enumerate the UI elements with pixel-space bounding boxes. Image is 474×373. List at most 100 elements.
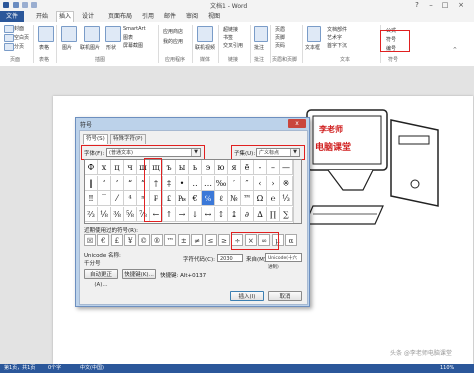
undo-icon[interactable] <box>22 2 28 8</box>
redo-icon[interactable] <box>31 2 37 8</box>
maximize-icon[interactable]: □ <box>440 1 450 9</box>
tab-file[interactable]: 文件 <box>0 11 24 22</box>
symbol-cell[interactable]: № <box>228 191 241 206</box>
online-picture-button[interactable]: 联机图片 <box>80 44 100 51</box>
autocorrect-button[interactable]: 自动更正(A)... <box>84 269 118 288</box>
my-apps-button[interactable]: 我的应用 <box>163 38 183 45</box>
recent-symbol[interactable]: ≠ <box>191 234 204 246</box>
symbol-cell[interactable]: ‹ <box>254 175 267 191</box>
symbol-cell[interactable]: ™ <box>241 191 254 206</box>
symbol-cell[interactable]: € <box>189 191 202 206</box>
page-count[interactable]: 第1页，共1页 <box>4 364 35 373</box>
ribbon-collapse-icon[interactable]: ⌃ <box>452 46 458 54</box>
symbol-cell[interactable]: ⁴ <box>124 191 137 206</box>
word-count[interactable]: 0个字 <box>48 364 61 373</box>
cross-reference-button[interactable]: 交叉引用 <box>223 42 243 49</box>
recent-symbol[interactable]: α <box>285 234 297 246</box>
symbol-cell[interactable]: ∆ <box>254 206 267 222</box>
shortcut-key-button[interactable]: 快捷键(K)... <box>122 269 156 279</box>
symbol-cell[interactable]: ⁄ <box>111 191 124 206</box>
symbol-cell[interactable]: ″ <box>241 175 254 191</box>
dialog-close-button[interactable]: x <box>288 119 306 128</box>
quick-parts-button[interactable]: 文档部件 <box>327 26 347 33</box>
tab-view[interactable]: 视图 <box>206 12 222 22</box>
symbol-cell[interactable]: Ф <box>85 160 98 175</box>
symbol-cell[interactable]: ⅝ <box>124 206 137 222</box>
page-number-button[interactable]: 页码 <box>275 42 285 49</box>
symbol-cell[interactable]: ‼ <box>85 191 98 206</box>
chevron-down-icon[interactable]: ▼ <box>191 149 200 156</box>
tab-symbols[interactable]: 符号(S) <box>83 134 108 144</box>
recent-symbol[interactable]: £ <box>110 234 123 246</box>
textbox-button[interactable]: 文本框 <box>305 44 320 51</box>
tab-home[interactable]: 开始 <box>34 12 50 22</box>
symbol-cell[interactable]: ё <box>241 160 254 175</box>
symbol-cell[interactable]: • <box>176 175 189 191</box>
symbol-cell[interactable]: ‥ <box>189 175 202 191</box>
symbol-cell[interactable]: ‘ <box>98 175 111 191</box>
symbol-cell[interactable]: ⅜ <box>111 206 124 222</box>
symbol-cell[interactable]: ы <box>176 160 189 175</box>
symbol-cell[interactable]: ₤ <box>163 191 176 206</box>
recent-symbol[interactable]: ☒ <box>84 234 96 246</box>
cover-page-icon[interactable] <box>4 25 14 33</box>
grid-scrollbar[interactable] <box>293 160 301 223</box>
symbol-cell[interactable]: э <box>202 160 215 175</box>
smartart-button[interactable]: SmartArt <box>123 26 146 32</box>
symbol-cell[interactable]: — <box>280 160 293 175</box>
store-button[interactable]: 应用商店 <box>163 28 183 35</box>
online-video-icon[interactable] <box>197 26 213 42</box>
close-icon[interactable]: × <box>456 1 466 9</box>
online-picture-icon[interactable] <box>84 26 100 42</box>
picture-icon[interactable] <box>61 26 77 42</box>
recent-symbol[interactable]: ÷ <box>231 234 244 246</box>
symbol-cell[interactable]: ⅛ <box>98 206 111 222</box>
symbol-cell[interactable]: † <box>150 175 163 191</box>
symbol-cell[interactable]: ₣ <box>150 191 163 206</box>
recent-symbol[interactable]: ≥ <box>218 234 230 246</box>
comment-button[interactable]: 批注 <box>254 44 264 51</box>
from-select[interactable]: Unicode(十六进制) <box>265 253 302 270</box>
symbol-cell[interactable]: ∏ <box>267 206 280 222</box>
tab-review[interactable]: 审阅 <box>184 12 200 22</box>
textbox-icon[interactable] <box>307 26 321 42</box>
symbol-cell[interactable]: ” <box>137 175 150 191</box>
symbol-cell[interactable]: ↓ <box>189 206 202 222</box>
insert-button[interactable]: 插入(I) <box>230 291 264 301</box>
symbol-cell[interactable]: ’ <box>111 175 124 191</box>
recent-symbol[interactable]: ± <box>177 234 190 246</box>
table-icon[interactable] <box>38 26 54 42</box>
help-icon[interactable]: ? <box>412 1 422 9</box>
chevron-down-icon[interactable]: ▼ <box>290 149 299 156</box>
symbol-cell[interactable]: ‾ <box>98 191 111 206</box>
recent-symbol[interactable]: ∞ <box>258 234 271 246</box>
symbol-grid[interactable]: Фх ц ч ш щ ъ ы ь э ю я ё ‐ – — ‖ ‘’ “” † ‡ • ‥… ‰ ′ ″ ‹ › ※ ‼ ‾ ⁄ ⁴ ⁿ ₣ ₤ ₧… <box>84 159 302 224</box>
page-break-button[interactable]: 分页 <box>14 43 24 50</box>
symbol-cell[interactable]: … <box>202 175 215 191</box>
symbol-cell[interactable]: х <box>98 160 111 175</box>
shapes-button[interactable]: 形状 <box>106 44 116 51</box>
recent-symbol[interactable]: × <box>244 234 257 246</box>
symbol-cell[interactable]: я <box>228 160 241 175</box>
symbol-cell[interactable]: – <box>267 160 280 175</box>
tab-design[interactable]: 设计 <box>80 12 96 22</box>
symbol-cell[interactable]: ц <box>111 160 124 175</box>
tab-mailings[interactable]: 邮件 <box>162 12 178 22</box>
recent-symbol[interactable]: ¥ <box>124 234 137 246</box>
shapes-icon[interactable] <box>105 26 121 42</box>
symbol-cell[interactable]: ↕ <box>215 206 228 222</box>
online-video-button[interactable]: 联机视频 <box>195 44 215 51</box>
symbol-cell[interactable]: ₧ <box>176 191 189 206</box>
recent-symbol[interactable]: € <box>97 234 110 246</box>
symbol-cell[interactable]: ч <box>124 160 137 175</box>
subset-select[interactable]: 广义标点 ▼ <box>256 148 300 157</box>
symbol-cell[interactable]: ∂ <box>241 206 254 222</box>
recent-symbol[interactable]: µ <box>271 234 284 246</box>
wordart-button[interactable]: 艺术字 <box>327 34 342 41</box>
symbol-cell[interactable]: ⅔ <box>85 206 98 222</box>
symbol-cell[interactable]: ш <box>137 160 150 175</box>
minimize-icon[interactable]: – <box>426 1 436 9</box>
table-button[interactable]: 表格 <box>39 44 49 51</box>
recent-symbol[interactable]: ≤ <box>204 234 217 246</box>
symbol-cell[interactable]: ⁿ <box>137 191 150 206</box>
